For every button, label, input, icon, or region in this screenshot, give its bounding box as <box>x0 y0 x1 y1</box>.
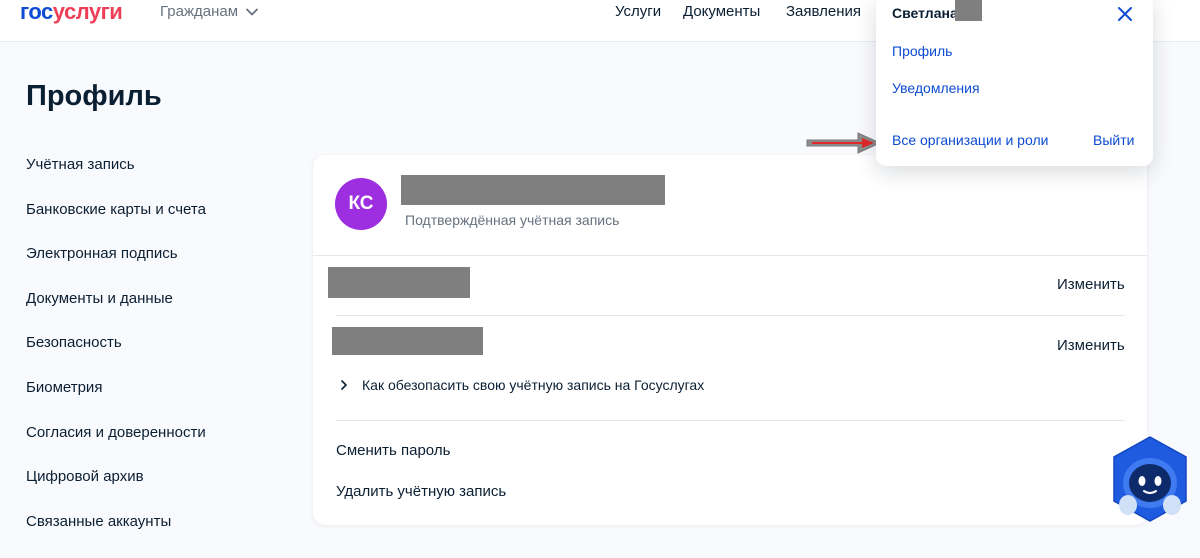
dropdown-all-orgs-link[interactable]: Все организации и роли <box>892 132 1048 148</box>
sidebar-item-account[interactable]: Учётная запись <box>26 156 135 173</box>
nav-documents[interactable]: Документы <box>683 3 760 20</box>
dropdown-profile-link[interactable]: Профиль <box>892 43 952 59</box>
sidebar-item-digital-archive[interactable]: Цифровой архив <box>26 468 144 485</box>
change-phone-link[interactable]: Изменить <box>1057 276 1125 293</box>
section-divider <box>336 420 1125 421</box>
dropdown-notifications-link[interactable]: Уведомления <box>892 80 980 96</box>
robot-assistant-icon[interactable] <box>1110 435 1190 523</box>
sidebar-item-consents[interactable]: Согласия и доверенности <box>26 424 206 441</box>
dropdown-user-name: Светлана <box>892 5 958 21</box>
sidebar-item-e-signature[interactable]: Электронная подпись <box>26 245 178 262</box>
row-divider <box>336 315 1125 316</box>
close-icon[interactable] <box>1116 5 1134 23</box>
logo-part1: гос <box>20 0 53 24</box>
secure-account-link[interactable]: Как обезопасить свою учётную запись на Г… <box>340 377 704 393</box>
sidebar-item-documents[interactable]: Документы и данные <box>26 290 173 307</box>
nav-services[interactable]: Услуги <box>615 3 661 20</box>
sidebar-item-linked-accounts[interactable]: Связанные аккаунты <box>26 513 171 530</box>
card-divider <box>313 255 1147 256</box>
sidebar-item-biometrics[interactable]: Биометрия <box>26 379 102 396</box>
avatar: КС <box>335 178 387 230</box>
chevron-down-icon <box>246 8 258 15</box>
change-password-link[interactable]: Сменить пароль <box>336 442 450 459</box>
arrow-right-icon <box>806 132 882 154</box>
redacted-email <box>332 327 483 355</box>
chevron-right-icon <box>341 380 347 390</box>
citizens-label: Гражданам <box>160 3 239 20</box>
redacted-full-name <box>401 175 665 205</box>
redacted-phone <box>328 267 470 298</box>
sidebar-item-security[interactable]: Безопасность <box>26 334 122 351</box>
citizens-menu[interactable]: Гражданам <box>160 3 258 20</box>
page-title: Профиль <box>26 80 162 112</box>
nav-applications[interactable]: Заявления <box>786 3 861 20</box>
change-email-link[interactable]: Изменить <box>1057 337 1125 354</box>
gosuslugi-logo[interactable]: госуслуги <box>20 0 123 26</box>
delete-account-link[interactable]: Удалить учётную запись <box>336 483 506 500</box>
account-status: Подтверждённая учётная запись <box>405 212 620 228</box>
logo-part2: услуги <box>52 0 123 24</box>
secure-account-label: Как обезопасить свою учётную запись на Г… <box>362 377 705 393</box>
sidebar-item-bank-cards[interactable]: Банковские карты и счета <box>26 201 206 218</box>
redacted-surname <box>955 0 982 21</box>
dropdown-logout-link[interactable]: Выйти <box>1093 132 1134 148</box>
